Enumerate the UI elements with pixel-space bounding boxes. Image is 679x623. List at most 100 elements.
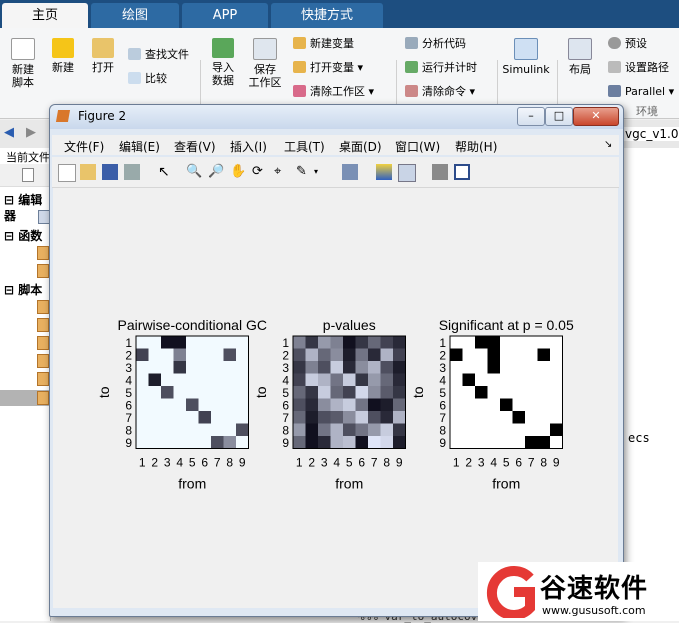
heatmap-cell bbox=[393, 386, 406, 399]
heatmap-cell bbox=[161, 423, 174, 437]
menu-insert[interactable]: 插入(I) bbox=[230, 138, 267, 155]
brush-icon[interactable]: ✎ bbox=[296, 164, 312, 180]
figure-titlebar[interactable]: Figure 2 – □ ✕ bbox=[50, 105, 623, 129]
tab-plots[interactable]: 绘图 bbox=[91, 3, 179, 28]
heatmap-cell bbox=[148, 373, 162, 387]
heatmap-cell bbox=[293, 361, 306, 374]
menu-help[interactable]: 帮助(H) bbox=[455, 138, 497, 155]
tab-home[interactable]: 主页 bbox=[2, 3, 88, 28]
hide-tools-icon[interactable] bbox=[432, 164, 448, 180]
data-cursor-icon[interactable]: ⌖ bbox=[274, 164, 290, 180]
heatmap-cell bbox=[475, 411, 488, 424]
heatmap-cell bbox=[305, 373, 319, 387]
new-button[interactable]: 新建 bbox=[46, 38, 80, 74]
section-editor-label: 编辑器 bbox=[4, 193, 43, 223]
zoom-in-icon[interactable]: 🔍 bbox=[186, 164, 202, 180]
section-scripts[interactable]: ⊟ 脚本 bbox=[4, 282, 42, 298]
open-file-icon[interactable] bbox=[80, 164, 96, 180]
section-functions[interactable]: ⊟ 函数 bbox=[4, 228, 42, 244]
heatmap-cell bbox=[550, 423, 563, 437]
heatmap-cell bbox=[550, 373, 563, 387]
link-plot-icon[interactable] bbox=[342, 164, 358, 180]
minimize-button[interactable]: – bbox=[517, 107, 545, 126]
menu-window[interactable]: 窗口(W) bbox=[395, 138, 440, 155]
heatmap-cell bbox=[211, 423, 224, 437]
editor-panel[interactable]: ecs bbox=[620, 148, 679, 621]
new-script-button[interactable]: 新建 脚本 bbox=[6, 38, 40, 89]
maximize-button[interactable]: □ bbox=[545, 107, 573, 126]
layout-button[interactable]: 布局 bbox=[562, 38, 598, 76]
forward-arrow-icon[interactable]: ▶ bbox=[26, 125, 36, 140]
brush-dropdown-icon[interactable]: ▾ bbox=[314, 167, 318, 176]
heatmap-cell bbox=[380, 373, 394, 387]
script-file-icon[interactable] bbox=[37, 300, 49, 314]
script-file-icon[interactable] bbox=[37, 336, 49, 350]
heatmap-cell bbox=[368, 411, 381, 424]
heatmap-cell bbox=[475, 398, 488, 412]
simulink-button[interactable]: Simulink bbox=[502, 38, 550, 76]
tab-apps[interactable]: APP bbox=[182, 3, 268, 28]
y-tick-label: 9 bbox=[439, 436, 446, 450]
heatmap-cell bbox=[223, 336, 237, 349]
set-path-button[interactable]: 设置路径 bbox=[608, 61, 669, 75]
save-workspace-button[interactable]: 保存 工作区 bbox=[246, 38, 284, 89]
heatmap-cell bbox=[462, 348, 476, 362]
open-button[interactable]: 打开 bbox=[86, 38, 120, 74]
heatmap-cell bbox=[318, 373, 331, 387]
heatmap-cell bbox=[305, 423, 319, 437]
clear-commands-button[interactable]: 清除命令 ▾ bbox=[405, 85, 475, 99]
find-files-icon bbox=[128, 48, 141, 60]
new-label: 新建 bbox=[52, 61, 74, 74]
current-folder-panel: 当前文件 ⊟ 编辑器 ⊟ 函数 ⊟ 脚本 bbox=[0, 148, 51, 621]
heatmap-cell bbox=[211, 348, 224, 362]
save-icon[interactable] bbox=[102, 164, 118, 180]
show-tools-icon[interactable] bbox=[454, 164, 470, 180]
dock-arrow-icon[interactable]: ↘ bbox=[604, 139, 612, 150]
clear-workspace-button[interactable]: 清除工作区 ▾ bbox=[293, 85, 374, 99]
menu-view[interactable]: 查看(V) bbox=[174, 138, 216, 155]
heatmap-cell bbox=[500, 336, 513, 349]
x-tick-label: 5 bbox=[503, 456, 510, 470]
menu-tools[interactable]: 工具(T) bbox=[284, 138, 325, 155]
analyze-code-button[interactable]: 分析代码 bbox=[405, 37, 466, 51]
heatmap-cell bbox=[136, 423, 149, 437]
legend-icon[interactable] bbox=[398, 164, 416, 182]
menu-desktop[interactable]: 桌面(D) bbox=[339, 138, 382, 155]
new-script-label-1: 新建 bbox=[12, 63, 34, 76]
colorbar-icon[interactable] bbox=[376, 164, 392, 180]
script-file-icon[interactable] bbox=[37, 372, 49, 386]
heatmap-cell bbox=[512, 398, 526, 412]
compare-button[interactable]: 比较 bbox=[128, 72, 167, 86]
back-arrow-icon[interactable]: ◀ bbox=[4, 125, 14, 140]
script-file-icon[interactable] bbox=[37, 354, 49, 368]
function-file-icon[interactable] bbox=[37, 246, 49, 260]
tab-shortcuts[interactable]: 快捷方式 bbox=[271, 3, 383, 28]
menu-file[interactable]: 文件(F) bbox=[64, 138, 104, 155]
open-variable-button[interactable]: 打开变量 ▾ bbox=[293, 61, 363, 75]
cursor-icon[interactable]: ↖ bbox=[158, 164, 174, 180]
new-figure-icon[interactable] bbox=[58, 164, 76, 182]
import-data-button[interactable]: 导入 数据 bbox=[206, 38, 240, 87]
heatmap-cell bbox=[161, 386, 174, 399]
find-files-button[interactable]: 查找文件 bbox=[128, 48, 189, 62]
parallel-button[interactable]: Parallel ▾ bbox=[608, 85, 674, 99]
rotate-3d-icon[interactable]: ⟳ bbox=[252, 164, 268, 180]
function-file-icon[interactable] bbox=[37, 264, 49, 278]
heatmap-cell bbox=[525, 336, 538, 349]
menu-edit[interactable]: 编辑(E) bbox=[119, 138, 160, 155]
new-variable-button[interactable]: 新建变量 bbox=[293, 37, 354, 51]
gear-icon bbox=[608, 37, 621, 49]
run-and-time-button[interactable]: 运行并计时 bbox=[405, 61, 477, 75]
heatmap-cell bbox=[293, 411, 306, 424]
heatmap-cell bbox=[380, 423, 394, 437]
print-icon[interactable] bbox=[124, 164, 140, 180]
preferences-button[interactable]: 预设 bbox=[608, 37, 647, 51]
compare-icon bbox=[128, 72, 141, 84]
script-file-icon[interactable] bbox=[37, 318, 49, 332]
editor-tab[interactable]: vgc_v1.0 bbox=[622, 127, 679, 141]
close-button[interactable]: ✕ bbox=[573, 107, 619, 126]
pan-hand-icon[interactable]: ✋ bbox=[230, 164, 246, 180]
zoom-out-icon[interactable]: 🔎 bbox=[208, 164, 224, 180]
selected-row[interactable] bbox=[0, 390, 50, 406]
heatmap-cell bbox=[500, 411, 513, 424]
